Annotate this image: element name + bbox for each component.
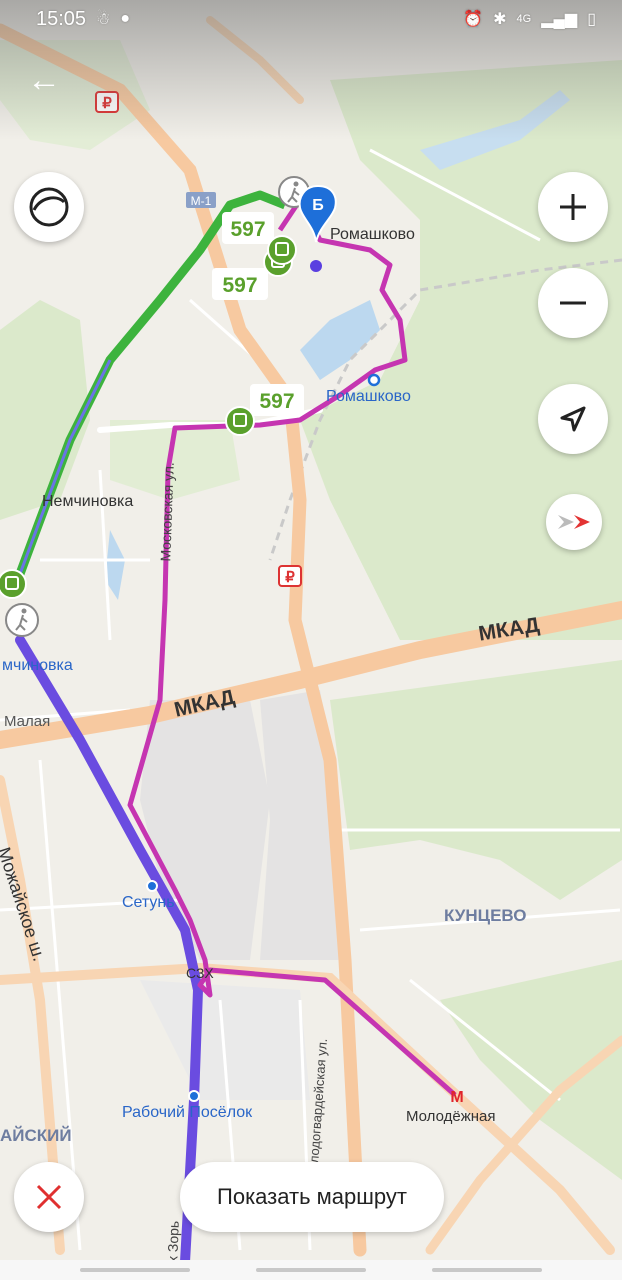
romashkovo-station-marker[interactable] <box>367 373 381 387</box>
stop-dot <box>310 260 322 272</box>
kuntsevo-label: КУНЦЕВО <box>444 906 527 925</box>
minus-icon <box>560 301 586 305</box>
status-bar: 15:05 ☃ ● ⏰ ✱ 4G ▂▄▆ ▯ <box>0 0 622 38</box>
molodyozhnaya-label: Молодёжная <box>406 1108 496 1125</box>
m1-label: М-1 <box>191 194 212 208</box>
bus-route-label[interactable]: 597 <box>250 384 304 416</box>
my-location-button[interactable] <box>538 384 608 454</box>
ruble-sign-icon[interactable]: ₽ <box>278 565 302 587</box>
bus-route-label[interactable]: 597 <box>212 268 268 300</box>
svg-text:Б: Б <box>312 197 324 214</box>
metro-icon[interactable]: М <box>450 1089 463 1106</box>
walking-icon[interactable] <box>5 603 39 637</box>
layers-button[interactable] <box>14 172 84 242</box>
romashkovo-station-label: Ромашково <box>326 388 411 405</box>
system-navigation-bar <box>0 1260 622 1280</box>
svg-text:₽: ₽ <box>102 95 112 112</box>
nemchinovka-station-label: мчиновка <box>2 657 73 674</box>
compass-button[interactable] <box>546 494 602 550</box>
bluetooth-icon: ✱ <box>493 11 507 28</box>
notification-icon: ☃ <box>96 11 111 28</box>
setun-station-marker[interactable] <box>146 880 158 892</box>
zoom-out-button[interactable] <box>538 268 608 338</box>
ruble-sign-icon[interactable]: ₽ <box>95 91 119 113</box>
alarm-icon: ⏰ <box>463 11 484 28</box>
rabochiy-posyolok-label: Рабочий Посёлок <box>122 1104 253 1121</box>
nav-handle <box>80 1268 190 1272</box>
battery-icon: ▯ <box>587 11 596 28</box>
nemchinovka-label: Немчиновка <box>42 493 133 510</box>
svg-text:₽: ₽ <box>285 569 295 586</box>
signal-icon: ▂▄▆ <box>541 11 578 28</box>
bus-route-label[interactable]: 597 <box>222 212 274 244</box>
szh-label: СЗХ <box>186 965 214 981</box>
app-notification-icon: ● <box>120 10 131 27</box>
setun-label: Сетунь <box>122 894 175 911</box>
bus-stop-icon[interactable] <box>225 406 255 436</box>
district-label: АЙСКИЙ <box>0 1126 72 1145</box>
clock: 15:05 <box>36 7 87 30</box>
malaya-label: Малая <box>4 713 50 730</box>
show-route-label: Показать маршрут <box>217 1184 407 1209</box>
close-icon <box>36 1184 62 1210</box>
compass-icon <box>558 515 590 529</box>
nav-handle <box>256 1268 366 1272</box>
zori-label: х Зорь <box>164 1220 181 1263</box>
bus-stop-icon[interactable] <box>267 235 297 265</box>
bus-stop-icon[interactable] <box>0 569 27 599</box>
svg-text:597: 597 <box>259 390 294 413</box>
back-arrow-icon[interactable]: ← <box>24 60 64 100</box>
show-route-button[interactable]: Показать маршрут <box>180 1162 444 1232</box>
layers-icon <box>29 187 69 227</box>
rabochiy-station-marker[interactable] <box>188 1090 200 1102</box>
location-arrow-icon <box>560 406 586 432</box>
romashkovo-village-label: Ромашково <box>330 226 415 243</box>
zoom-in-button[interactable] <box>538 172 608 242</box>
close-button[interactable] <box>14 1162 84 1232</box>
map-canvas[interactable]: ₽ ₽ М-1 МКАД МКАД Московская ул. Можайск… <box>0 0 622 1280</box>
svg-text:597: 597 <box>222 274 257 297</box>
plus-icon <box>560 194 586 220</box>
nav-handle <box>432 1268 542 1272</box>
network-type: 4G <box>516 13 532 25</box>
svg-text:597: 597 <box>230 218 265 241</box>
